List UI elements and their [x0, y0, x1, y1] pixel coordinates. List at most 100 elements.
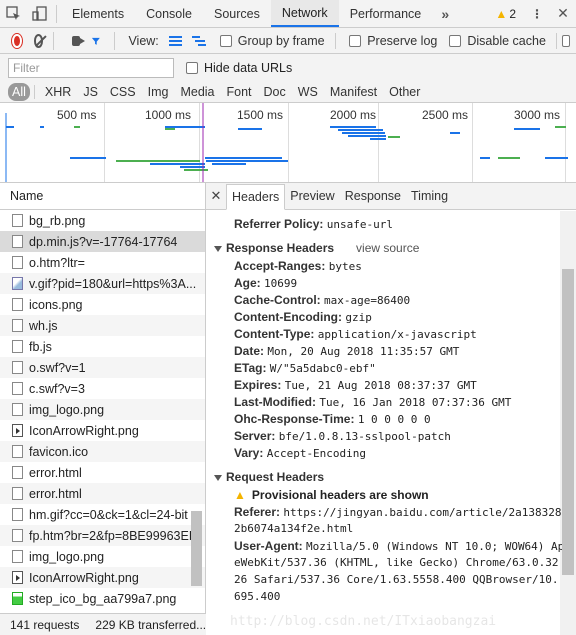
close-icon[interactable]: ✕ — [550, 0, 576, 27]
type-xhr[interactable]: XHR — [39, 83, 77, 101]
type-manifest[interactable]: Manifest — [324, 83, 383, 101]
type-font[interactable]: Font — [221, 83, 258, 101]
type-all[interactable]: All — [8, 82, 30, 101]
menu-icon[interactable]: ⋮ — [524, 0, 550, 27]
request-row[interactable]: img_logo.png — [0, 546, 205, 567]
image-file-icon — [12, 592, 23, 605]
header-value: application/x-javascript — [317, 328, 477, 341]
request-row[interactable]: step_ico_bg_aa799a7.png — [0, 588, 205, 609]
details-tabbar: ✕ Headers Preview Response Timing — [206, 183, 576, 210]
type-css[interactable]: CSS — [104, 83, 142, 101]
hide-data-urls-checkbox[interactable]: Hide data URLs — [186, 61, 292, 75]
request-name: o.htm?ltr= — [29, 255, 85, 270]
tab-elements[interactable]: Elements — [61, 0, 135, 27]
group-by-frame-checkbox[interactable]: Group by frame — [219, 33, 325, 48]
tab-preview[interactable]: Preview — [285, 183, 339, 209]
request-row[interactable]: IconArrowRight.png — [0, 420, 205, 441]
disable-cache-label: Disable cache — [467, 33, 546, 48]
preserve-log-checkbox[interactable]: Preserve log — [349, 34, 437, 48]
warning-icon: ▲ — [234, 488, 246, 502]
tab-sources[interactable]: Sources — [203, 0, 271, 27]
overview-waterfall — [5, 103, 568, 182]
more-tabs-icon[interactable]: » — [432, 0, 458, 27]
capture-screenshots-icon[interactable] — [71, 35, 86, 46]
request-row[interactable]: img_logo.png — [0, 399, 205, 420]
request-row[interactable]: o.swf?v=1 — [0, 357, 205, 378]
tab-timing[interactable]: Timing — [406, 183, 453, 209]
response-headers-section[interactable]: Response Headers view source — [214, 241, 419, 255]
type-js[interactable]: JS — [77, 83, 104, 101]
device-toolbar-icon[interactable] — [26, 0, 52, 27]
tab-performance[interactable]: Performance — [339, 0, 433, 27]
file-icon — [12, 466, 23, 479]
details-scrollbar[interactable] — [562, 269, 574, 575]
warnings-indicator[interactable]: ▲ 2 — [487, 7, 524, 21]
request-rows: bg_rb.png dp.min.js?v=-17764-17764 o.htm?l… — [0, 210, 205, 613]
tab-network[interactable]: Network — [270, 0, 339, 27]
request-row[interactable]: bg_rb.png — [0, 210, 205, 231]
request-list-scrollbar[interactable] — [191, 511, 202, 586]
collapse-arrow-icon[interactable] — [214, 474, 222, 481]
tab-response[interactable]: Response — [340, 183, 406, 209]
group-by-frame-label: Group by frame — [237, 33, 325, 48]
file-icon — [12, 361, 23, 374]
checkbox-box[interactable] — [449, 34, 462, 47]
record-button[interactable] — [12, 33, 22, 48]
request-row[interactable]: fp.htm?br=2&fp=8BE99963EB — [0, 525, 205, 546]
checkbox-box[interactable] — [186, 61, 198, 74]
header-row: Vary: Accept-Encoding — [234, 446, 366, 460]
request-row[interactable]: fb.js — [0, 336, 205, 357]
network-status-bar: 141 requests 229 KB transferred... — [0, 613, 206, 635]
type-img[interactable]: Img — [142, 83, 175, 101]
header-key: Server: — [234, 429, 276, 443]
large-rows-icon[interactable] — [168, 35, 182, 46]
name-column-header[interactable]: Name — [0, 183, 205, 210]
tab-console[interactable]: Console — [135, 0, 203, 27]
header-key: Age: — [234, 276, 261, 290]
type-media[interactable]: Media — [174, 83, 220, 101]
clear-button[interactable] — [33, 33, 44, 48]
request-row[interactable]: v.gif?pid=180&url=https%3A... — [0, 273, 205, 294]
request-details-panel: ✕ Headers Preview Response Timing Referr… — [206, 183, 576, 635]
type-doc[interactable]: Doc — [258, 83, 292, 101]
checkbox-box[interactable] — [349, 34, 362, 47]
network-overview[interactable]: 500 ms 1000 ms 1500 ms 2000 ms 2500 ms 3… — [0, 103, 576, 183]
request-row[interactable]: icons.png — [0, 294, 205, 315]
filter-input[interactable] — [8, 57, 174, 78]
request-row[interactable]: wh.js — [0, 315, 205, 336]
tab-headers[interactable]: Headers — [226, 184, 286, 210]
checkbox-box[interactable] — [219, 34, 232, 47]
type-other[interactable]: Other — [383, 83, 426, 101]
header-key: Ohc-Response-Time: — [234, 412, 355, 426]
request-name: fb.js — [29, 339, 52, 354]
request-row[interactable]: IconArrowRight.png — [0, 567, 205, 588]
file-icon — [12, 340, 23, 353]
header-value: 1 0 0 0 0 0 — [357, 413, 431, 426]
inspect-element-icon[interactable] — [0, 0, 26, 27]
file-icon — [12, 403, 23, 416]
request-row[interactable]: dp.min.js?v=-17764-17764 — [0, 231, 205, 252]
request-row[interactable]: error.html — [0, 483, 205, 504]
offline-checkbox[interactable] — [562, 34, 571, 47]
view-source-link[interactable]: view source — [356, 241, 419, 255]
warning-icon: ▲ — [495, 6, 508, 21]
request-headers-section[interactable]: Request Headers — [214, 470, 324, 484]
header-key: Content-Encoding: — [234, 310, 342, 324]
disable-cache-checkbox[interactable]: Disable cache — [449, 34, 546, 48]
waterfall-view-icon[interactable] — [191, 35, 206, 46]
filter-icon[interactable] — [92, 34, 100, 48]
header-row: Referer: https://jingyan.baidu.com/artic… — [234, 505, 562, 519]
request-row[interactable]: c.swf?v=3 — [0, 378, 205, 399]
request-name: img_logo.png — [29, 549, 105, 564]
request-name: favicon.ico — [29, 444, 89, 459]
request-row[interactable]: favicon.ico — [0, 441, 205, 462]
type-ws[interactable]: WS — [292, 83, 324, 101]
request-row[interactable]: hm.gif?cc=0&ck=1&cl=24-bit — [0, 504, 205, 525]
request-row[interactable]: o.htm?ltr= — [0, 252, 205, 273]
collapse-arrow-icon[interactable] — [214, 245, 222, 252]
close-details-icon[interactable]: ✕ — [208, 183, 224, 209]
request-row[interactable]: error.html — [0, 462, 205, 483]
header-value-continued: 695.400 — [234, 590, 281, 603]
header-value: 10699 — [264, 277, 298, 290]
header-value-continued: 26 Safari/537.36 Core/1.63.5558.400 QQBr… — [234, 573, 559, 586]
